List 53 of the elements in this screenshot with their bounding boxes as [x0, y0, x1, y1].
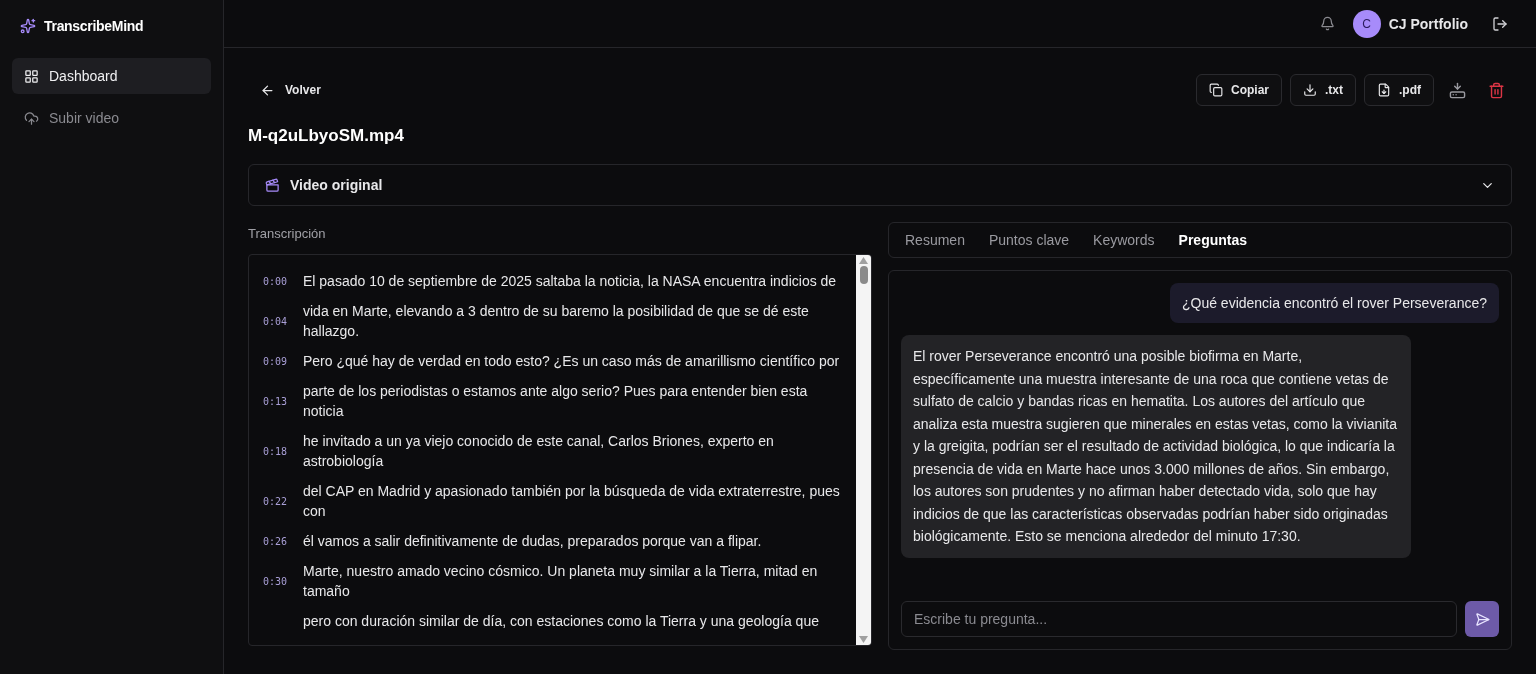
download-icon: [1303, 83, 1317, 97]
pdf-download-button[interactable]: .pdf: [1364, 74, 1434, 106]
sidebar-item[interactable]: Subir video: [12, 100, 211, 136]
scrollbar[interactable]: [856, 255, 871, 645]
user-name: CJ Portfolio: [1388, 15, 1468, 32]
txt-download-button[interactable]: .txt: [1290, 74, 1356, 106]
back-button[interactable]: Volver: [248, 74, 333, 106]
timestamp[interactable]: 0:04: [263, 315, 291, 327]
tab[interactable]: Puntos clave: [980, 226, 1078, 254]
timestamp[interactable]: 0:22: [263, 495, 291, 507]
timestamp[interactable]: 0:09: [263, 355, 291, 367]
transcript-text: parte de los periodistas o estamos ante algo serio? Pues para entender bien esta noticia: [303, 382, 809, 421]
logout-icon: [1492, 15, 1508, 32]
timestamp[interactable]: 0:30: [263, 575, 291, 587]
cloud-upload-icon: [24, 110, 39, 126]
scroll-up-icon[interactable]: [859, 257, 868, 264]
section-title: Transcripción: [248, 225, 327, 243]
timestamp[interactable]: 0:18: [263, 445, 291, 457]
copy-icon: [1209, 83, 1223, 97]
transcript-text: él vamos a salir definitivamente de dudas, preparados porque van a flipar.: [303, 532, 762, 551]
sparkles-icon: [20, 18, 36, 34]
question-input[interactable]: Escribe tu pregunta...: [901, 601, 1457, 637]
bell-icon: [1319, 16, 1335, 31]
avatar: C: [1352, 9, 1381, 38]
send-button[interactable]: [1465, 601, 1499, 637]
brand-name: TranscribeMind: [44, 18, 144, 34]
tab[interactable]: Resumen: [897, 226, 973, 254]
transcript-text: he invitado a un ya viejo conocido de este canal, Carlos Briones, experto en astrobiología: [303, 432, 775, 471]
video-section-header[interactable]: Video original: [248, 164, 1512, 206]
assistant-message: El rover Perseverance encontró una posible biofirma en Marte, específicamente una muestra interesante de una roca que contiene vetas de sulfato de calcio y bandas ricas en hematita. Los autores del artículo que analiza esta muestra sugieren que minerales en estas vetas, como la vivianita y la greigita, podrían ser el resultado de actividad biológica, lo que indicaría la presencia de vida en Marte hace unos 3.000 millones de años. Sin embargo, los autores son prudentes y no afirman haber detectado vida, solo que hay indicios de que las características observadas podrían haber sido originadas biológicamente. Esto se menciona alrededor del minuto 17:30.: [901, 335, 1411, 558]
transcript-text: pero con duración similar de día, con estaciones como la Tierra y una geología que: [303, 612, 819, 631]
transcript-text: El pasado 10 de septiembre de 2025 saltaba la noticia, la NASA encuentra indicios de: [303, 272, 837, 291]
transcript-text: Marte, nuestro amado vecino cósmico. Un planeta muy similar a la Tierra, mitad en tamaño: [303, 562, 819, 601]
transcript-text: vida en Marte, elevando a 3 dentro de su baremo la posibilidad de que se dé este hallazgo.: [303, 302, 810, 341]
send-icon: [1474, 611, 1490, 627]
trash-icon: [1488, 81, 1505, 99]
scroll-down-icon[interactable]: [859, 636, 868, 643]
copy-button[interactable]: Copiar: [1196, 74, 1282, 106]
scroll-thumb[interactable]: [859, 266, 868, 284]
file-name: M-q2uLbyoSM.mp4: [248, 126, 405, 146]
clapperboard-icon: [265, 177, 280, 193]
grid-icon: [24, 68, 39, 84]
download-icon: [1449, 81, 1466, 99]
transcript-text: del CAP en Madrid y apasionado también por la búsqueda de vida extraterrestre, pues con: [303, 482, 841, 521]
tab[interactable]: Preguntas: [1170, 226, 1256, 254]
file-icon: [1377, 83, 1391, 97]
timestamp[interactable]: 0:26: [263, 535, 291, 547]
timestamp[interactable]: 0:00: [263, 275, 291, 287]
user-message: ¿Qué evidencia encontró el rover Perseverance?: [1169, 283, 1499, 323]
timestamp[interactable]: 0:13: [263, 395, 291, 407]
tab[interactable]: Keywords: [1085, 226, 1163, 254]
transcript-text: Pero ¿qué hay de verdad en todo esto? ¿Es un caso más de amarillismo científico por: [303, 352, 840, 371]
sidebar-item[interactable]: Dashboard: [12, 58, 211, 94]
